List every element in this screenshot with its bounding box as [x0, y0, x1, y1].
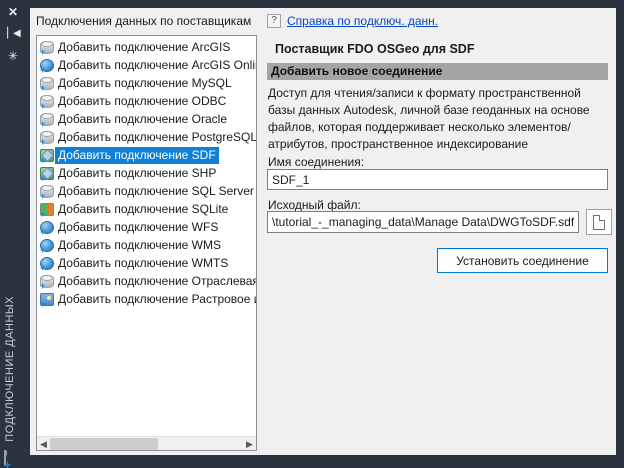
database-add-icon: [4, 450, 6, 466]
connection-name-input[interactable]: [267, 169, 608, 190]
list-item[interactable]: Добавить подключение ODBC: [37, 92, 256, 110]
list-item-label: Добавить подключение WMTS: [58, 255, 229, 270]
list-item-label: Добавить подключение Oracle: [58, 111, 228, 126]
database-add-icon: [40, 184, 54, 200]
layers-add-icon: [40, 166, 54, 182]
list-item-label: Добавить подключение SQLite: [58, 201, 229, 216]
section-header: Добавить новое соединение: [267, 63, 608, 80]
data-connect-window: ✕ ▏◀ ✳ ПОДКЛЮЧЕНИЕ ДАННЫХ Подключения да…: [0, 0, 624, 468]
auto-hide-pin-icon[interactable]: ▏◀: [0, 25, 26, 43]
scrollbar-track[interactable]: [50, 437, 243, 451]
list-item[interactable]: Добавить подключение WMS: [37, 236, 256, 254]
list-item-label: Добавить подключение WMS: [58, 237, 221, 252]
provider-title: Поставщик FDO OSGeo для SDF: [275, 42, 475, 56]
close-icon[interactable]: ✕: [0, 3, 26, 21]
layers-add-icon: [40, 148, 54, 164]
help-row: ? Справка по подключ. данн.: [267, 14, 438, 28]
data-connect-icon: [4, 450, 7, 466]
list-item-selected[interactable]: Добавить подключение SDF: [37, 146, 256, 164]
list-item-label: Добавить подключение WFS: [58, 219, 219, 234]
horizontal-scrollbar[interactable]: ◀ ▶: [37, 436, 256, 450]
panel-vertical-title: ПОДКЛЮЧЕНИЕ ДАННЫХ: [4, 296, 16, 442]
database-add-icon: [40, 40, 54, 56]
gear-icon[interactable]: ✳: [0, 47, 26, 65]
list-item[interactable]: Добавить подключение WFS: [37, 218, 256, 236]
list-item-label: Добавить подключение SDF: [55, 146, 219, 164]
list-item[interactable]: Добавить подключение Растровое и: [37, 290, 256, 308]
list-item-label: Добавить подключение Растровое и: [58, 291, 256, 306]
sqlite-add-icon: [40, 202, 54, 218]
list-item-label: Добавить подключение ODBC: [58, 93, 227, 108]
list-item[interactable]: Добавить подключение ArcGIS: [37, 38, 256, 56]
list-item-label: Добавить подключение PostgreSQL: [58, 129, 256, 144]
list-item[interactable]: Добавить подключение SQLite: [37, 200, 256, 218]
help-link[interactable]: Справка по подключ. данн.: [287, 14, 438, 28]
file-page-icon: [593, 214, 605, 230]
list-item[interactable]: Добавить подключение SQL Server S: [37, 182, 256, 200]
globe-add-icon: [40, 220, 54, 236]
globe-add-icon: [40, 238, 54, 254]
list-item-label: Добавить подключение MySQL: [58, 75, 232, 90]
panel-title: Подключения данных по поставщикам: [36, 14, 252, 28]
provider-list[interactable]: Добавить подключение ArcGIS Добавить под…: [36, 35, 257, 451]
raster-add-icon: [40, 292, 54, 308]
connect-button[interactable]: Установить соединение: [437, 248, 608, 273]
list-item[interactable]: Добавить подключение PostgreSQL: [37, 128, 256, 146]
database-add-icon: [40, 76, 54, 92]
database-add-icon: [40, 94, 54, 110]
source-file-label: Исходный файл:: [268, 198, 361, 212]
list-item[interactable]: Добавить подключение WMTS: [37, 254, 256, 272]
list-item[interactable]: Добавить подключение SHP: [37, 164, 256, 182]
provider-description: Доступ для чтения/записи к формату прост…: [268, 86, 590, 151]
list-item-label: Добавить подключение ArcGIS: [58, 39, 231, 54]
scrollbar-thumb[interactable]: [50, 437, 158, 450]
scroll-left-icon[interactable]: ◀: [37, 437, 50, 451]
list-item-label: Добавить подключение SQL Server S: [58, 183, 256, 198]
data-connect-panel: Подключения данных по поставщикам Добави…: [30, 8, 616, 455]
browse-file-button[interactable]: [586, 209, 612, 235]
dock-strip: ✕ ▏◀ ✳ ПОДКЛЮЧЕНИЕ ДАННЫХ: [0, 0, 30, 468]
globe-add-icon: [40, 58, 54, 74]
list-item[interactable]: Добавить подключение Отраслевая: [37, 272, 256, 290]
connection-name-label: Имя соединения:: [268, 155, 365, 169]
list-item-label: Добавить подключение ArcGIS Onlin: [58, 57, 256, 72]
list-item-label: Добавить подключение Отраслевая: [58, 273, 256, 288]
list-item[interactable]: Добавить подключение Oracle: [37, 110, 256, 128]
list-item[interactable]: Добавить подключение ArcGIS Onlin: [37, 56, 256, 74]
list-item-label: Добавить подключение SHP: [58, 165, 217, 180]
globe-add-icon: [40, 256, 54, 272]
help-icon[interactable]: ?: [267, 14, 281, 28]
source-file-input[interactable]: [267, 211, 579, 233]
database-add-icon: [40, 112, 54, 128]
database-add-icon: [40, 274, 54, 290]
scroll-right-icon[interactable]: ▶: [243, 437, 256, 451]
database-add-icon: [40, 130, 54, 146]
provider-rows: Добавить подключение ArcGIS Добавить под…: [37, 38, 256, 308]
list-item[interactable]: Добавить подключение MySQL: [37, 74, 256, 92]
